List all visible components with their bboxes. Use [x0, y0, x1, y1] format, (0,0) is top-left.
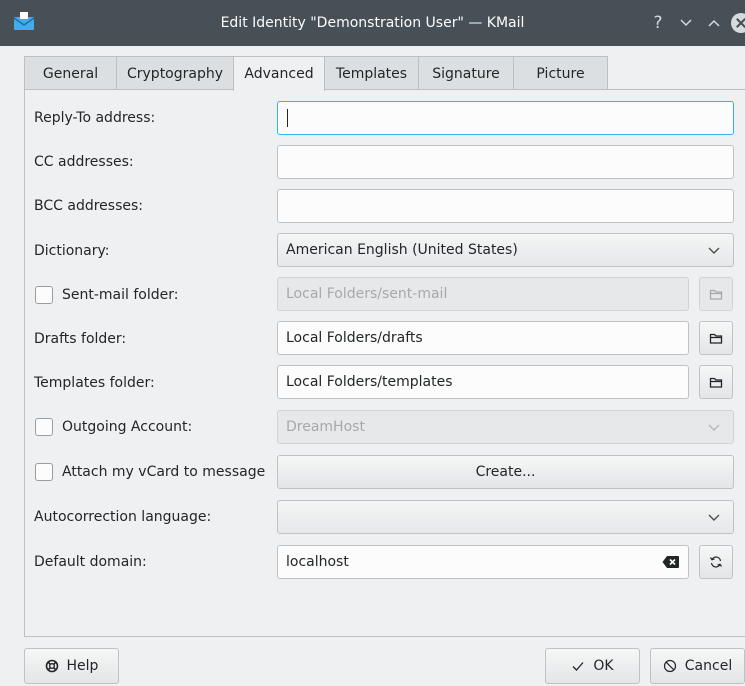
- templates-folder-input[interactable]: Local Folders/templates: [277, 365, 689, 399]
- cc-label: CC addresses:: [34, 154, 134, 170]
- help-button[interactable]: Help: [24, 648, 119, 684]
- refresh-domain-button[interactable]: [699, 545, 733, 579]
- folder-icon: [709, 289, 723, 300]
- drafts-folder-input[interactable]: Local Folders/drafts: [277, 321, 689, 355]
- sent-mail-folder-input[interactable]: Local Folders/sent-mail: [277, 277, 689, 311]
- cancel-icon: [663, 659, 676, 673]
- dictionary-select[interactable]: American English (United States): [277, 233, 734, 267]
- chevron-down-icon: [708, 247, 720, 254]
- tab-cryptography[interactable]: Cryptography: [116, 56, 234, 90]
- tab-picture[interactable]: Picture: [513, 56, 608, 90]
- templates-browse-button[interactable]: [699, 365, 733, 399]
- lifebuoy-icon: [45, 659, 58, 673]
- bcc-input[interactable]: [277, 189, 734, 223]
- cancel-label: Cancel: [684, 658, 733, 674]
- help-question-icon[interactable]: ?: [644, 8, 672, 38]
- default-domain-label: Default domain:: [34, 554, 147, 570]
- tab-signature[interactable]: Signature: [418, 56, 514, 90]
- help-label: Help: [66, 658, 99, 674]
- text-cursor: [287, 109, 288, 127]
- reply-to-input[interactable]: [277, 101, 734, 135]
- clear-text-icon[interactable]: [662, 555, 680, 569]
- default-domain-value: localhost: [286, 554, 349, 570]
- autocorrection-label: Autocorrection language:: [34, 509, 212, 525]
- outgoing-account-value: DreamHost: [286, 419, 365, 435]
- sent-mail-browse-button[interactable]: [699, 277, 733, 311]
- tab-templates[interactable]: Templates: [324, 56, 419, 90]
- sent-mail-value: Local Folders/sent-mail: [286, 286, 448, 302]
- default-domain-input[interactable]: localhost: [277, 545, 689, 579]
- outgoing-account-select[interactable]: DreamHost: [277, 410, 734, 444]
- drafts-label: Drafts folder:: [34, 331, 127, 347]
- chevron-down-icon: [708, 514, 720, 521]
- sent-mail-checkbox[interactable]: [35, 286, 53, 304]
- create-vcard-button[interactable]: Create...: [277, 455, 734, 489]
- maximize-icon[interactable]: [700, 8, 728, 38]
- refresh-icon: [709, 556, 723, 568]
- sent-mail-label: Sent-mail folder:: [62, 287, 179, 303]
- drafts-value: Local Folders/drafts: [286, 330, 423, 346]
- checkmark-icon: [572, 662, 584, 671]
- title-bar[interactable]: Edit Identity "Demonstration User" — KMa…: [0, 0, 745, 46]
- outgoing-account-checkbox[interactable]: [35, 418, 53, 436]
- close-icon[interactable]: [731, 13, 745, 33]
- tab-general[interactable]: General: [24, 56, 117, 90]
- cancel-button[interactable]: Cancel: [650, 648, 745, 684]
- templates-folder-label: Templates folder:: [34, 375, 155, 391]
- chevron-down-icon: [708, 424, 720, 431]
- dictionary-label: Dictionary:: [34, 243, 110, 259]
- bcc-label: BCC addresses:: [34, 198, 143, 214]
- outgoing-account-label: Outgoing Account:: [62, 419, 193, 435]
- ok-button[interactable]: OK: [545, 648, 640, 684]
- drafts-browse-button[interactable]: [699, 321, 733, 355]
- attach-vcard-checkbox[interactable]: [35, 463, 53, 481]
- reply-to-label: Reply-To address:: [34, 110, 156, 126]
- templates-value: Local Folders/templates: [286, 374, 453, 390]
- folder-icon: [709, 377, 723, 388]
- attach-vcard-label: Attach my vCard to message: [62, 464, 266, 480]
- autocorrection-select[interactable]: [277, 500, 734, 534]
- minimize-icon[interactable]: [672, 8, 700, 38]
- ok-label: OK: [593, 658, 614, 674]
- window-title: Edit Identity "Demonstration User" — KMa…: [220, 15, 525, 31]
- folder-icon: [709, 333, 723, 344]
- tab-advanced[interactable]: Advanced: [233, 56, 325, 91]
- dictionary-value: American English (United States): [286, 242, 518, 258]
- cc-input[interactable]: [277, 145, 734, 179]
